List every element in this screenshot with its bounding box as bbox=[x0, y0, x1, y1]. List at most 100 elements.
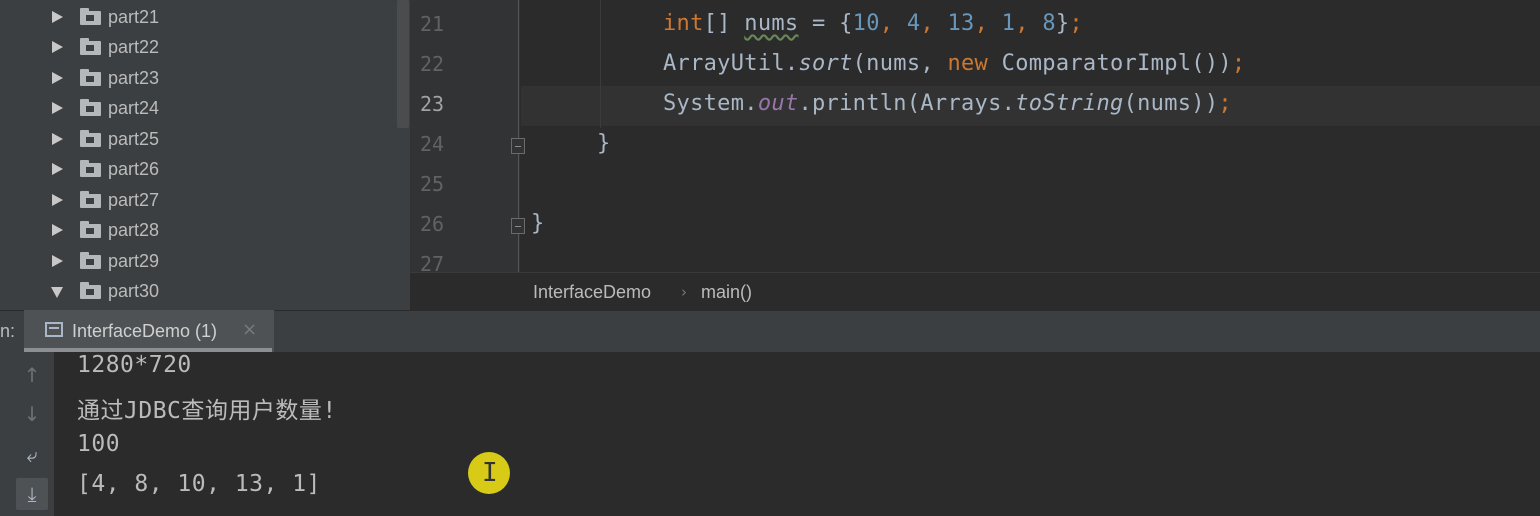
code-text: ArrayUtil. bbox=[663, 51, 799, 76]
tree-item-label: part30 bbox=[108, 281, 160, 301]
line-number: 25 bbox=[420, 172, 445, 196]
code-text: .println(Arrays. bbox=[798, 91, 1016, 116]
code-keyword: new bbox=[947, 51, 989, 76]
folder-icon bbox=[80, 130, 101, 147]
line-number: 22 bbox=[420, 52, 445, 76]
indent-guide bbox=[600, 0, 601, 128]
tree-item-part23[interactable]: part23 bbox=[0, 63, 410, 93]
expand-arrow-icon[interactable] bbox=[52, 224, 63, 236]
folder-icon bbox=[80, 282, 101, 299]
expand-arrow-icon[interactable] bbox=[52, 194, 63, 206]
code-number: 1 bbox=[1001, 11, 1016, 36]
tree-item-label: part29 bbox=[108, 251, 160, 271]
code-text: (nums)) bbox=[1123, 91, 1219, 116]
close-icon[interactable]: × bbox=[242, 319, 257, 340]
fold-marker-icon[interactable] bbox=[511, 218, 525, 234]
tree-item-label: part21 bbox=[108, 7, 160, 27]
console-output-line: 100 bbox=[77, 431, 121, 457]
tree-item-part27[interactable]: part27 bbox=[0, 185, 410, 215]
code-line-26[interactable]: } bbox=[531, 211, 545, 236]
folder-icon bbox=[80, 38, 101, 55]
code-line-21[interactable]: int[] nums = {10, 4, 13, 1, 8}; bbox=[663, 11, 1083, 36]
expand-arrow-icon[interactable] bbox=[52, 133, 63, 145]
tree-item-part25[interactable]: part25 bbox=[0, 124, 410, 154]
code-line-22[interactable]: ArrayUtil.sort(nums, new ComparatorImpl(… bbox=[663, 51, 1245, 76]
collapse-arrow-icon[interactable] bbox=[51, 287, 63, 298]
expand-arrow-icon[interactable] bbox=[52, 255, 63, 267]
soft-wrap-icon[interactable]: ⤶ bbox=[20, 443, 44, 467]
fold-marker-icon[interactable] bbox=[511, 138, 525, 154]
expand-arrow-icon[interactable] bbox=[52, 102, 63, 114]
tree-item-label: part25 bbox=[108, 129, 160, 149]
tree-item-part29[interactable]: part29 bbox=[0, 246, 410, 276]
expand-arrow-icon[interactable] bbox=[52, 11, 63, 23]
folder-icon bbox=[80, 99, 101, 116]
tree-item-part21[interactable]: part21 bbox=[0, 2, 410, 32]
line-number-current: 23 bbox=[420, 92, 445, 116]
scroll-down-icon[interactable]: ↓ bbox=[20, 402, 44, 426]
tree-item-label: part24 bbox=[108, 98, 160, 118]
code-method: toString bbox=[1015, 91, 1124, 116]
tree-item-part28[interactable]: part28 bbox=[0, 215, 410, 245]
tree-item-part22[interactable]: part22 bbox=[0, 32, 410, 62]
console-output-line: 1280*720 bbox=[77, 352, 192, 378]
code-line-23[interactable]: System.out.println(Arrays.toString(nums)… bbox=[663, 91, 1232, 116]
code-comma: , bbox=[974, 11, 1002, 36]
line-number: 21 bbox=[420, 12, 445, 36]
tree-item-label: part22 bbox=[108, 37, 160, 57]
tree-item-label: part23 bbox=[108, 68, 160, 88]
tree-item-label: part26 bbox=[108, 159, 160, 179]
code-text: (nums, bbox=[852, 51, 948, 76]
line-number: 24 bbox=[420, 132, 445, 156]
scroll-to-end-icon[interactable]: ⤓ bbox=[20, 482, 44, 506]
expand-arrow-icon[interactable] bbox=[52, 41, 63, 53]
tree-item-part24[interactable]: part24 bbox=[0, 93, 410, 123]
code-keyword: int bbox=[663, 11, 704, 36]
tree-scrollbar[interactable] bbox=[397, 0, 409, 128]
tree-item-label: part28 bbox=[108, 220, 160, 240]
folder-icon bbox=[80, 8, 101, 25]
code-number: 10 bbox=[852, 11, 880, 36]
console-output-line: 通过JDBC查询用户数量! bbox=[77, 398, 337, 424]
console-icon bbox=[45, 322, 63, 337]
folder-icon bbox=[80, 160, 101, 177]
breadcrumb-separator-icon: › bbox=[681, 283, 687, 301]
breadcrumb-class[interactable]: InterfaceDemo bbox=[533, 282, 651, 303]
code-comma: , bbox=[879, 11, 907, 36]
folder-icon bbox=[80, 69, 101, 86]
code-text: System. bbox=[663, 91, 758, 116]
expand-arrow-icon[interactable] bbox=[52, 72, 63, 84]
code-number: 13 bbox=[947, 11, 975, 36]
code-text: = { bbox=[798, 11, 853, 36]
text-cursor-icon: I bbox=[482, 458, 498, 488]
console-output-line: [4, 8, 10, 13, 1] bbox=[77, 471, 321, 497]
code-line-24[interactable]: } bbox=[597, 131, 611, 156]
tree-item-part26[interactable]: part26 bbox=[0, 154, 410, 184]
tree-item-part30[interactable]: part30 bbox=[0, 276, 410, 306]
code-number: 4 bbox=[906, 11, 921, 36]
scroll-up-icon[interactable]: ↑ bbox=[20, 363, 44, 387]
folder-icon bbox=[80, 191, 101, 208]
code-method: sort bbox=[798, 51, 853, 76]
expand-arrow-icon[interactable] bbox=[52, 163, 63, 175]
code-text: } bbox=[1055, 11, 1070, 36]
code-text: [] bbox=[703, 11, 745, 36]
breadcrumb-method[interactable]: main() bbox=[701, 282, 752, 303]
code-number: 8 bbox=[1042, 11, 1056, 36]
code-comma: , bbox=[920, 11, 948, 36]
project-tree: part21 part22 part23 part24 part25 part2… bbox=[0, 0, 410, 310]
tree-item-label: part27 bbox=[108, 190, 160, 210]
line-number: 26 bbox=[420, 212, 445, 236]
code-comma: , bbox=[1015, 11, 1043, 36]
run-tab-title: InterfaceDemo (1) bbox=[72, 321, 218, 341]
code-semicolon: ; bbox=[1218, 91, 1232, 116]
code-semicolon: ; bbox=[1231, 51, 1246, 76]
folder-icon bbox=[80, 252, 101, 269]
code-text: ComparatorImpl()) bbox=[988, 51, 1232, 76]
run-label: n: bbox=[0, 321, 16, 341]
code-editor[interactable] bbox=[521, 0, 1540, 272]
code-field: out bbox=[757, 91, 799, 116]
folder-icon bbox=[80, 221, 101, 238]
code-variable: nums bbox=[744, 11, 799, 36]
code-semicolon: ; bbox=[1069, 11, 1083, 36]
